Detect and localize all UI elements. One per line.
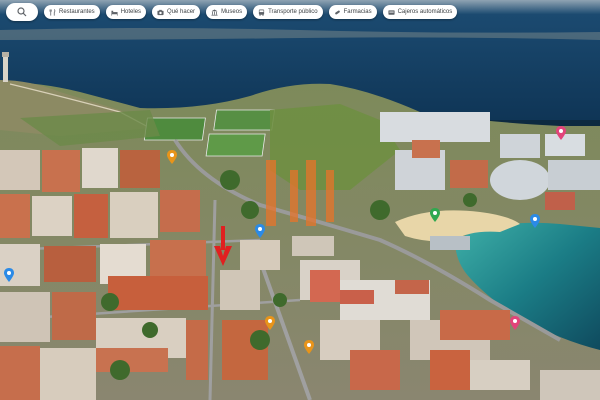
bus-icon (258, 8, 265, 16)
search-icon (17, 7, 27, 17)
chip-hoteles[interactable]: Hoteles (105, 5, 147, 19)
map-pin-blue[interactable] (4, 268, 14, 282)
map-pin-blue[interactable] (530, 214, 540, 228)
lighthouse-top (2, 52, 9, 57)
map-pin-blue[interactable] (255, 224, 265, 238)
chip-label: Farmacias (343, 9, 372, 15)
map-pin-orange[interactable] (304, 340, 314, 354)
map-pin-pink[interactable] (510, 316, 520, 330)
chip-label: Cajeros automáticos (397, 9, 453, 15)
chip-restaurantes[interactable]: Restaurantes (44, 5, 100, 19)
fork-knife-icon (49, 8, 56, 16)
lighthouse (3, 56, 8, 82)
chip-cajeros-automaticos[interactable]: Cajeros automáticos (382, 5, 458, 19)
chip-que-hacer[interactable]: Qué hacer (152, 5, 201, 19)
map-pin-pink[interactable] (556, 126, 566, 140)
chip-museos[interactable]: Museos (206, 5, 248, 19)
chip-farmacias[interactable]: Farmacias (328, 5, 377, 19)
chip-label: Museos (221, 9, 243, 15)
atm-icon (388, 9, 395, 15)
map-pin-orange[interactable] (167, 150, 177, 164)
satellite-map-view[interactable] (0, 0, 600, 400)
map-pin-orange[interactable] (265, 316, 275, 330)
chip-label: Qué hacer (167, 9, 196, 15)
search-button[interactable] (6, 3, 38, 21)
camera-icon (157, 9, 164, 15)
museum-icon (211, 8, 218, 16)
chip-label: Transporte público (268, 9, 318, 15)
chip-label: Restaurantes (59, 9, 95, 15)
pill-icon (334, 10, 340, 14)
map-pin-green[interactable] (430, 208, 440, 222)
chip-label: Hoteles (120, 9, 142, 15)
sports-field-3 (205, 133, 266, 157)
bed-icon (111, 10, 118, 16)
sports-field-2 (213, 109, 275, 131)
chip-transporte-publico[interactable]: Transporte público (253, 5, 323, 19)
